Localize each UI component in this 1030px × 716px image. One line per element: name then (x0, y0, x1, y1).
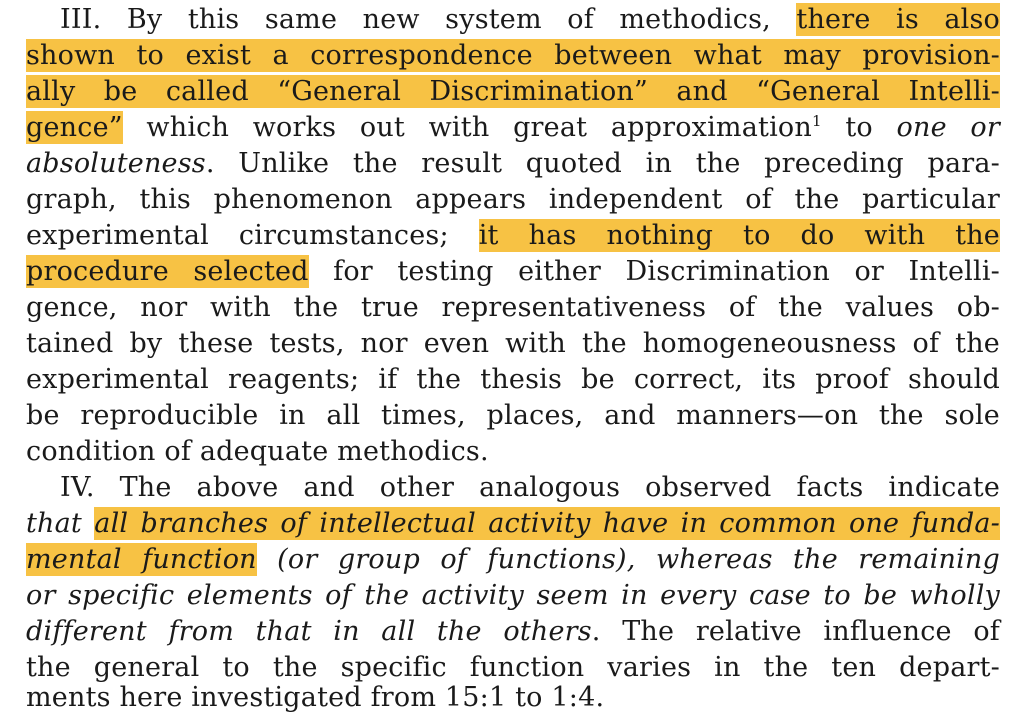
highlighted-text: there is also (796, 3, 1000, 36)
text-run: be reproducible in all times, places, an… (26, 400, 1000, 431)
text-line: that all branches of intellectual activi… (26, 506, 1000, 542)
text-run: tained by these tests, nor even with the… (26, 328, 1000, 359)
text-line: ally be called “General Discrimination” … (26, 74, 1000, 110)
text-line: procedure selected for testing either Di… (26, 254, 1000, 290)
italic-text: one or (896, 112, 1000, 143)
italic-text: different from that in all the others (26, 616, 592, 647)
text-line: graph, this phenomenon appears independe… (26, 182, 1000, 218)
text-line: mental function (or group of functions),… (26, 542, 1000, 578)
italic-text: or specific elements of the activity see… (26, 580, 1000, 611)
text-run: condition of adequate methodics. (26, 436, 489, 467)
highlighted-text: procedure selected (26, 255, 309, 288)
text-line: gence, nor with the true representativen… (26, 290, 1000, 326)
text-run: IV. The above and other analogous observ… (60, 472, 1000, 503)
document-page: III. By this same new system of methodic… (0, 0, 1030, 714)
text-run: graph, this phenomenon appears independe… (26, 184, 1000, 215)
text-run: experimental circumstances; (26, 220, 479, 251)
highlighted-text: gence” (26, 111, 123, 144)
text-line: ments here investigated from 15:1 to 1:4… (26, 680, 1000, 716)
text-line: different from that in all the others. T… (26, 614, 1000, 650)
text-run: ments here investigated from 15:1 to 1:4… (26, 682, 605, 713)
text-line: gence” which works out with great approx… (26, 110, 1000, 146)
text-run: for testing either Discrimination or Int… (308, 256, 1000, 287)
text-line: IV. The above and other analogous observ… (60, 470, 1000, 506)
highlighted-text: ally be called “General Discrimination” … (26, 75, 1000, 108)
highlighted-text: all branches of intellectual activity ha… (94, 507, 1000, 540)
text-line: experimental circumstances; it has nothi… (26, 218, 1000, 254)
text-run: which works out with great approximation (122, 112, 812, 143)
highlighted-text: it has nothing to do with the (478, 219, 1000, 252)
text-run: the general to the specific function var… (26, 652, 1000, 683)
text-run: gence, nor with the true representativen… (26, 292, 1000, 323)
highlighted-text: mental function (26, 543, 257, 576)
text-line: experimental reagents; if the thesis be … (26, 362, 1000, 398)
text-line: be reproducible in all times, places, an… (26, 398, 1000, 434)
italic-text: absoluteness (26, 148, 206, 179)
text-line: III. By this same new system of methodic… (60, 2, 1000, 38)
highlighted-text: shown to exist a correspondence between … (26, 39, 1000, 72)
italic-text: (or group of functions), whereas the rem… (256, 544, 1000, 575)
text-line: condition of adequate methodics. (26, 434, 1000, 470)
text-line: shown to exist a correspondence between … (26, 38, 1000, 74)
footnote-marker: 1 (811, 112, 822, 130)
text-run: . The relative influence of (591, 616, 1000, 647)
text-line: or specific elements of the activity see… (26, 578, 1000, 614)
text-run: . Unlike the result quoted in the preced… (205, 148, 1000, 179)
text-run: III. By this same new system of methodic… (60, 4, 797, 35)
text-run: experimental reagents; if the thesis be … (26, 364, 1000, 395)
italic-text: that (26, 508, 95, 539)
text-line: tained by these tests, nor even with the… (26, 326, 1000, 362)
text-run: to (821, 112, 897, 143)
text-line: absoluteness. Unlike the result quoted i… (26, 146, 1000, 182)
